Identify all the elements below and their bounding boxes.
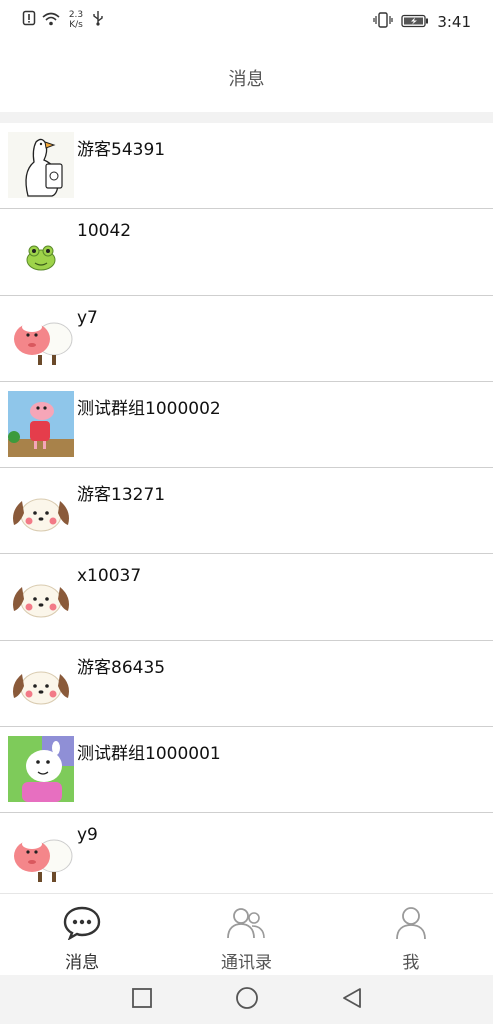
tab-messages[interactable]: 消息 (0, 894, 164, 975)
page-title: 消息 (228, 69, 265, 90)
puppy-avatar (8, 563, 74, 630)
recent-apps-icon[interactable] (131, 987, 153, 1013)
wifi-icon (42, 11, 60, 30)
conversation-name: x10037 (77, 566, 142, 587)
battery-icon (401, 13, 429, 32)
section-gap (0, 112, 493, 123)
network-speed-value: 2.3 (68, 10, 84, 20)
status-bar: 2.3 K/s 3:41 (0, 0, 493, 44)
conversation-item[interactable]: 游客13271 (0, 468, 493, 555)
conversation-list[interactable]: 游客54391 10042 y7 测试群组1000002 游客13271 x10… (0, 123, 493, 893)
usb-icon (92, 10, 104, 30)
profile-icon (394, 906, 428, 944)
conversation-item[interactable]: x10037 (0, 554, 493, 641)
app-header: 消息 (0, 44, 493, 112)
sheep-avatar (8, 822, 74, 889)
suzy-sheep-avatar (8, 736, 74, 803)
clock-time: 3:41 (437, 13, 471, 31)
sheep-avatar (8, 304, 74, 371)
peppa-avatar (8, 390, 74, 457)
network-speed: 2.3 K/s (66, 10, 86, 30)
puppy-avatar (8, 649, 74, 716)
system-nav-bar (0, 975, 493, 1024)
conversation-name: 测试群组1000002 (77, 398, 221, 419)
tab-label: 我 (402, 953, 420, 973)
conversation-name: y7 (77, 307, 98, 328)
conversation-name: 10042 (77, 221, 132, 242)
conversation-item[interactable]: 10042 (0, 209, 493, 296)
conversation-name: 测试群组1000001 (77, 744, 221, 765)
tab-label: 消息 (65, 953, 100, 973)
conversation-name: y9 (77, 825, 98, 846)
conversation-item[interactable]: 游客54391 (0, 123, 493, 210)
conversation-name: 游客13271 (77, 485, 166, 506)
conversation-item[interactable]: y7 (0, 296, 493, 382)
vibrate-icon (373, 12, 393, 32)
conversation-item[interactable]: 测试群组1000001 (0, 727, 493, 814)
conversation-name: 游客54391 (77, 140, 166, 160)
conversation-item[interactable]: 游客86435 (0, 641, 493, 728)
contacts-icon (226, 906, 266, 944)
status-right: 3:41 (373, 12, 471, 32)
tab-label: 通讯录 (220, 953, 272, 973)
conversation-name: 游客86435 (77, 657, 166, 678)
chat-bubble-icon (63, 906, 101, 944)
alert-notification-icon (22, 10, 36, 30)
status-left: 2.3 K/s (22, 10, 104, 30)
puppy-avatar (8, 477, 74, 544)
network-speed-unit: K/s (69, 20, 83, 30)
frog-avatar (8, 218, 74, 285)
tab-contacts[interactable]: 通讯录 (164, 894, 328, 975)
tab-me[interactable]: 我 (329, 894, 493, 975)
back-icon[interactable] (341, 987, 363, 1013)
conversation-item[interactable]: y9 (0, 813, 493, 893)
home-icon[interactable] (235, 986, 259, 1014)
goose-avatar (8, 132, 74, 198)
conversation-item[interactable]: 测试群组1000002 (0, 382, 493, 469)
bottom-tab-bar: 消息 通讯录 我 (0, 893, 493, 975)
